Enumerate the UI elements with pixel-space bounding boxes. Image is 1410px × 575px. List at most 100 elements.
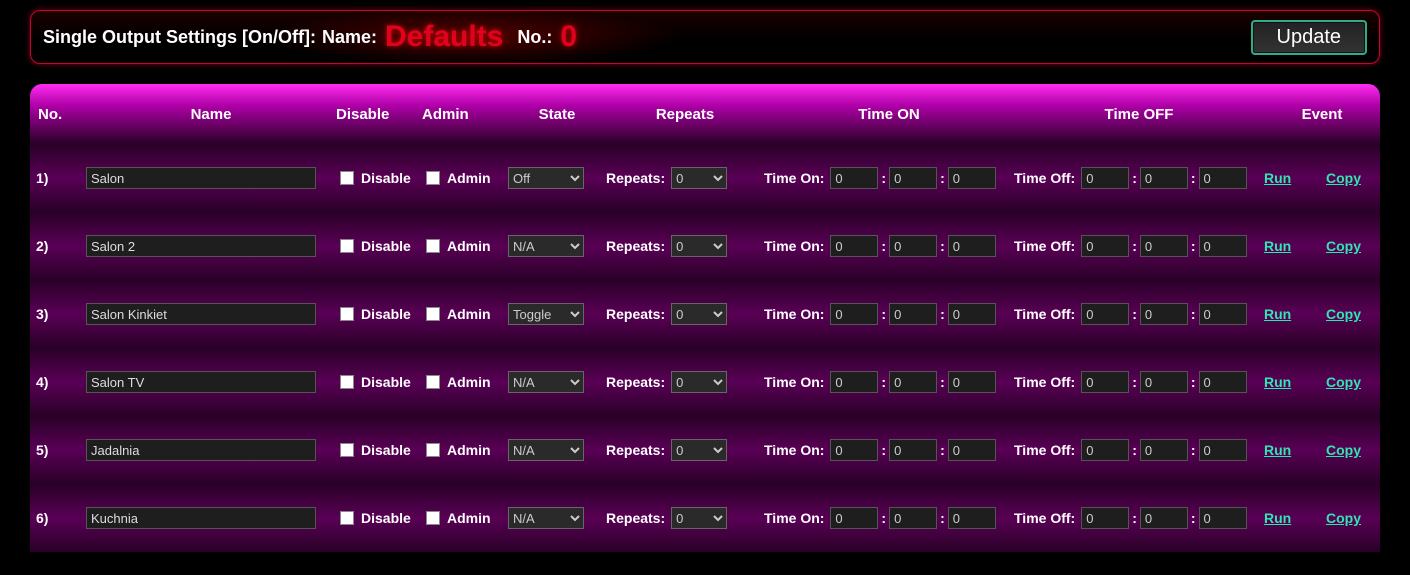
time-off-s[interactable] <box>1199 235 1247 257</box>
repeats-label: Repeats: <box>606 238 665 254</box>
name-input[interactable] <box>86 507 316 529</box>
time-off-s[interactable] <box>1199 507 1247 529</box>
admin-checkbox[interactable] <box>426 375 440 389</box>
repeats-select[interactable]: 0 <box>671 439 727 461</box>
copy-link[interactable]: Copy <box>1326 170 1361 186</box>
time-on-m[interactable] <box>889 303 937 325</box>
time-on-label: Time On: <box>764 238 824 254</box>
repeats-select[interactable]: 0 <box>671 371 727 393</box>
repeats-label: Repeats: <box>606 170 665 186</box>
copy-link[interactable]: Copy <box>1326 374 1361 390</box>
time-on-m[interactable] <box>889 235 937 257</box>
time-off-h[interactable] <box>1081 439 1129 461</box>
run-link[interactable]: Run <box>1264 510 1291 526</box>
time-off-h[interactable] <box>1081 235 1129 257</box>
run-link[interactable]: Run <box>1264 374 1291 390</box>
time-off-h[interactable] <box>1081 167 1129 189</box>
row-number: 2) <box>30 238 86 254</box>
disable-checkbox-label[interactable]: Disable <box>336 304 411 324</box>
time-on-h[interactable] <box>830 507 878 529</box>
admin-checkbox-label[interactable]: Admin <box>422 440 491 460</box>
admin-checkbox[interactable] <box>426 443 440 457</box>
state-select[interactable]: Off <box>508 167 584 189</box>
state-select[interactable]: N/A <box>508 235 584 257</box>
time-off-m[interactable] <box>1140 235 1188 257</box>
name-input[interactable] <box>86 235 316 257</box>
time-on-h[interactable] <box>830 303 878 325</box>
disable-checkbox-label[interactable]: Disable <box>336 440 411 460</box>
disable-checkbox-label[interactable]: Disable <box>336 372 411 392</box>
admin-checkbox-label[interactable]: Admin <box>422 304 491 324</box>
time-on-s[interactable] <box>948 507 996 529</box>
name-input[interactable] <box>86 167 316 189</box>
admin-checkbox-label[interactable]: Admin <box>422 236 491 256</box>
copy-link[interactable]: Copy <box>1326 306 1361 322</box>
time-on-label: Time On: <box>764 442 824 458</box>
state-select[interactable]: Toggle <box>508 303 584 325</box>
disable-checkbox[interactable] <box>340 375 354 389</box>
time-off-m[interactable] <box>1140 439 1188 461</box>
time-on-s[interactable] <box>948 167 996 189</box>
admin-checkbox[interactable] <box>426 171 440 185</box>
run-link[interactable]: Run <box>1264 442 1291 458</box>
admin-checkbox-label[interactable]: Admin <box>422 168 491 188</box>
time-off-m[interactable] <box>1140 371 1188 393</box>
disable-checkbox-label[interactable]: Disable <box>336 508 411 528</box>
run-link[interactable]: Run <box>1264 170 1291 186</box>
name-input[interactable] <box>86 371 316 393</box>
time-off-h[interactable] <box>1081 371 1129 393</box>
row-number: 1) <box>30 170 86 186</box>
repeats-select[interactable]: 0 <box>671 167 727 189</box>
time-on-m[interactable] <box>889 439 937 461</box>
header-no-label: No.: <box>517 27 552 48</box>
repeats-select[interactable]: 0 <box>671 507 727 529</box>
run-link[interactable]: Run <box>1264 238 1291 254</box>
update-button[interactable]: Update <box>1251 20 1368 55</box>
name-input[interactable] <box>86 439 316 461</box>
time-on-m[interactable] <box>889 507 937 529</box>
time-off-label: Time Off: <box>1014 510 1075 526</box>
time-off-s[interactable] <box>1199 167 1247 189</box>
time-on-h[interactable] <box>830 439 878 461</box>
time-off-h[interactable] <box>1081 507 1129 529</box>
time-on-s[interactable] <box>948 303 996 325</box>
disable-checkbox[interactable] <box>340 307 354 321</box>
repeats-select[interactable]: 0 <box>671 235 727 257</box>
col-no: No. <box>30 106 86 123</box>
disable-checkbox[interactable] <box>340 239 354 253</box>
copy-link[interactable]: Copy <box>1326 238 1361 254</box>
time-off-s[interactable] <box>1199 371 1247 393</box>
time-off-h[interactable] <box>1081 303 1129 325</box>
copy-link[interactable]: Copy <box>1326 510 1361 526</box>
time-off-m[interactable] <box>1140 507 1188 529</box>
state-select[interactable]: N/A <box>508 507 584 529</box>
disable-checkbox-label[interactable]: Disable <box>336 168 411 188</box>
name-input[interactable] <box>86 303 316 325</box>
time-off-m[interactable] <box>1140 167 1188 189</box>
time-on-h[interactable] <box>830 167 878 189</box>
disable-checkbox[interactable] <box>340 511 354 525</box>
admin-checkbox-label[interactable]: Admin <box>422 372 491 392</box>
disable-checkbox[interactable] <box>340 171 354 185</box>
time-off-s[interactable] <box>1199 303 1247 325</box>
state-select[interactable]: N/A <box>508 439 584 461</box>
admin-checkbox-label[interactable]: Admin <box>422 508 491 528</box>
time-on-s[interactable] <box>948 235 996 257</box>
run-link[interactable]: Run <box>1264 306 1291 322</box>
admin-checkbox[interactable] <box>426 307 440 321</box>
time-off-m[interactable] <box>1140 303 1188 325</box>
disable-checkbox[interactable] <box>340 443 354 457</box>
time-on-m[interactable] <box>889 167 937 189</box>
admin-checkbox[interactable] <box>426 511 440 525</box>
time-on-h[interactable] <box>830 371 878 393</box>
state-select[interactable]: N/A <box>508 371 584 393</box>
copy-link[interactable]: Copy <box>1326 442 1361 458</box>
admin-checkbox[interactable] <box>426 239 440 253</box>
time-on-s[interactable] <box>948 439 996 461</box>
repeats-select[interactable]: 0 <box>671 303 727 325</box>
time-off-s[interactable] <box>1199 439 1247 461</box>
time-on-m[interactable] <box>889 371 937 393</box>
disable-checkbox-label[interactable]: Disable <box>336 236 411 256</box>
time-on-s[interactable] <box>948 371 996 393</box>
time-on-h[interactable] <box>830 235 878 257</box>
